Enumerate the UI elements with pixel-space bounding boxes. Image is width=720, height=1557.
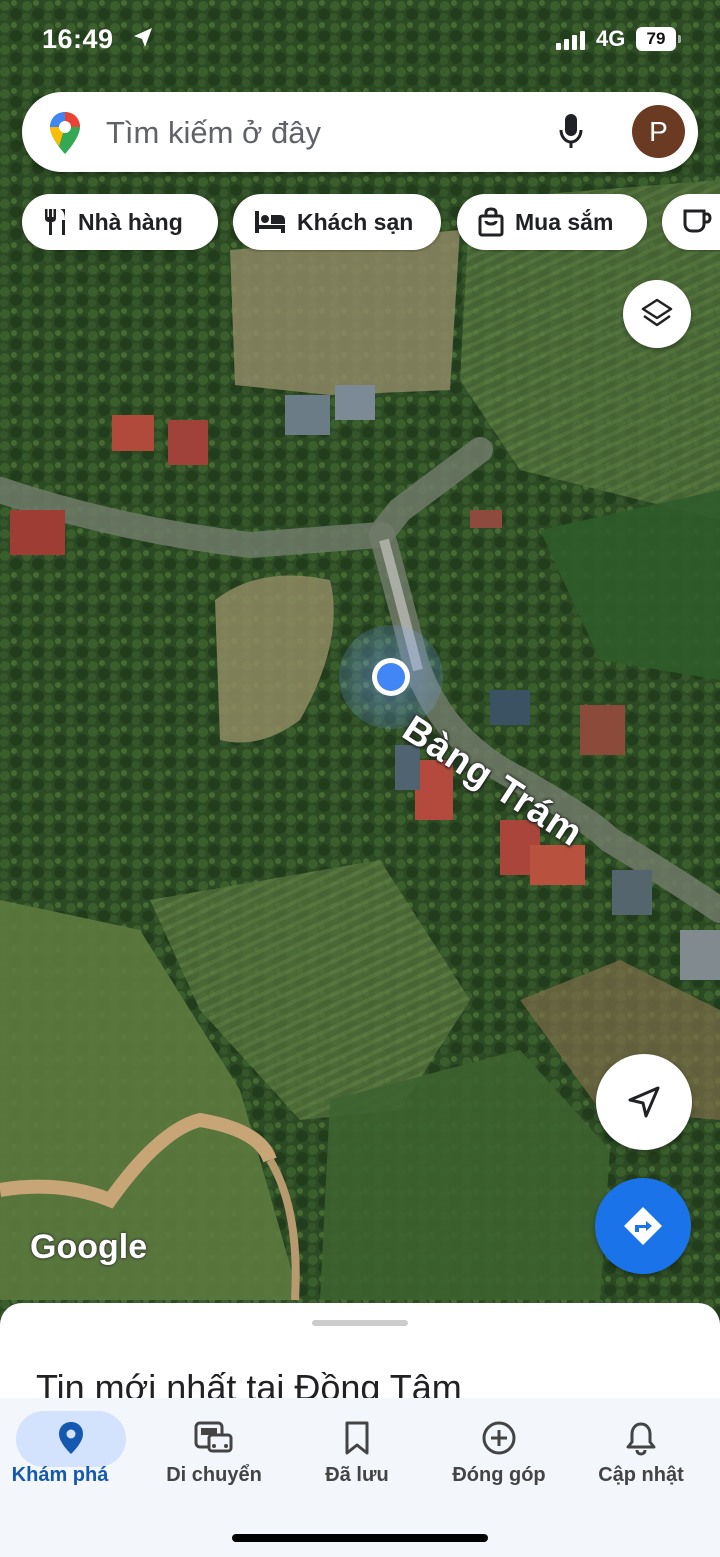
network-type: 4G	[596, 26, 626, 51]
status-bar: 16:49 4G 79	[0, 0, 720, 80]
status-time: 16:49	[42, 24, 114, 54]
directions-button[interactable]	[595, 1178, 691, 1274]
google-attribution: Google	[30, 1228, 148, 1266]
add-circle-icon	[482, 1421, 516, 1455]
layers-icon	[641, 298, 673, 327]
google-maps-logo-icon	[50, 112, 80, 154]
bottom-navigation: Khám phá Di chuyển Đã lưu Đóng góp Cập n…	[0, 1398, 720, 1557]
home-indicator[interactable]	[232, 1534, 488, 1542]
signal-icon	[556, 31, 585, 50]
layers-button[interactable]	[623, 280, 691, 348]
directions-icon	[624, 1207, 662, 1245]
nav-contribute[interactable]: Đóng góp	[439, 1406, 559, 1506]
nav-label: Đã lưu	[325, 1464, 389, 1486]
account-avatar[interactable]: P	[632, 105, 685, 158]
battery-level: 79	[636, 27, 681, 51]
commute-icon	[194, 1421, 233, 1453]
search-bar[interactable]: P	[22, 92, 698, 172]
nav-commute[interactable]: Di chuyển	[154, 1406, 274, 1506]
chip-restaurants[interactable]: Nhà hàng	[22, 194, 218, 250]
restaurant-icon	[45, 209, 65, 235]
chip-hotels[interactable]: Khách sạn	[233, 194, 441, 250]
my-location-button[interactable]	[596, 1054, 692, 1150]
category-chips: Nhà hàng Khách sạn Mua sắm	[0, 194, 720, 252]
bookmark-icon	[345, 1421, 369, 1455]
chip-coffee[interactable]	[662, 194, 720, 250]
sheet-drag-handle[interactable]	[312, 1320, 408, 1326]
nav-saved[interactable]: Đã lưu	[297, 1406, 417, 1506]
nav-explore[interactable]: Khám phá	[0, 1406, 142, 1506]
explore-pin-icon	[59, 1422, 83, 1454]
navigation-arrow-icon	[628, 1086, 660, 1118]
bell-icon	[626, 1422, 656, 1456]
nav-updates[interactable]: Cập nhật	[581, 1406, 701, 1506]
chip-shopping[interactable]: Mua sắm	[457, 194, 647, 250]
nav-label: Cập nhật	[598, 1464, 684, 1486]
nav-label: Đóng góp	[452, 1464, 546, 1486]
microphone-icon[interactable]	[558, 112, 584, 150]
my-location-dot[interactable]	[377, 663, 405, 691]
bottom-sheet[interactable]: Tin mới nhất tại Đồng Tâm	[0, 1303, 720, 1413]
search-input[interactable]	[104, 106, 538, 160]
shopping-bag-icon	[478, 207, 504, 237]
nav-label: Khám phá	[11, 1464, 109, 1486]
chip-label: Nhà hàng	[78, 208, 183, 235]
chip-label: Mua sắm	[515, 208, 614, 235]
hotel-icon	[255, 211, 285, 233]
coffee-icon	[683, 209, 712, 233]
chip-label: Khách sạn	[297, 208, 414, 235]
nav-label: Di chuyển	[166, 1464, 262, 1486]
location-services-icon	[134, 28, 152, 47]
